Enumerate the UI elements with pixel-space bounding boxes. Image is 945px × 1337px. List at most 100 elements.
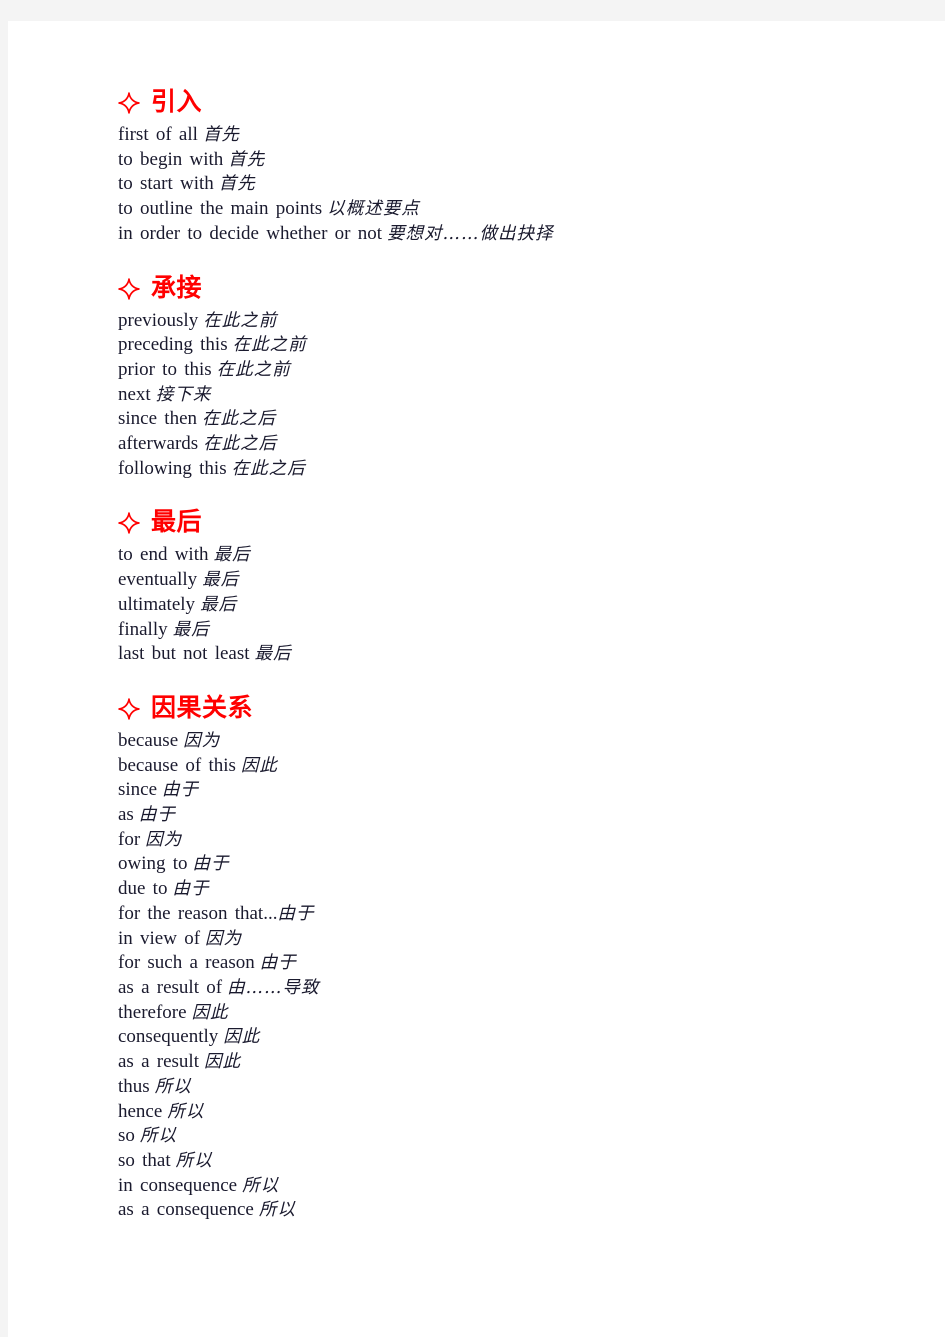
phrase-list: because 因为 because of this 因此 since 由于 as 由于 for… [118, 729, 838, 1223]
phrase-chinese: 在此之前 [203, 310, 278, 331]
phrase-chinese: 所以 [139, 1126, 177, 1147]
phrase-english: as a result [118, 1051, 199, 1073]
phrase-english: ultimately [118, 593, 196, 615]
phrase-entry: next 接下来 [118, 383, 838, 408]
section: 最后 to end with 最后 eventually 最后 ultimately 最后 f… [118, 507, 838, 667]
phrase-english: thus [118, 1075, 150, 1097]
phrase-english: since [118, 779, 158, 801]
phrase-chinese: 因为 [145, 829, 183, 850]
phrase-entry: afterwards 在此之后 [118, 432, 838, 457]
phrase-chinese: 因为 [183, 730, 221, 751]
phrase-entry: thus 所以 [118, 1075, 838, 1100]
phrase-english: owing to [118, 853, 188, 875]
phrase-chinese: 因此 [203, 1052, 241, 1073]
phrase-entry: due to 由于 [118, 877, 838, 902]
phrase-chinese: 以概述要点 [327, 199, 420, 220]
phrase-english: in consequence [118, 1174, 238, 1196]
four-pointed-star-icon [118, 698, 140, 720]
phrase-english: for [118, 828, 141, 850]
phrase-entry: in view of 因为 [118, 927, 838, 952]
phrase-chinese: 最后 [200, 594, 238, 615]
phrase-entry: for 因为 [118, 828, 838, 853]
phrase-entry: since 由于 [118, 778, 838, 803]
section: 承接 previously 在此之前 preceding this 在此之前 prior … [118, 273, 838, 482]
phrase-entry: so that 所以 [118, 1149, 838, 1174]
phrase-chinese: 在此之前 [216, 359, 291, 380]
phrase-chinese: 最后 [213, 545, 251, 566]
section-title: 引入 [151, 87, 203, 116]
phrase-english: following this [118, 457, 227, 479]
phrase-english: for the reason that... [118, 902, 278, 924]
section-heading: 最后 [118, 507, 838, 537]
phrase-english: since then [118, 408, 198, 430]
phrase-english: to end with [118, 544, 209, 566]
phrase-english: in order to decide whether or not [118, 222, 383, 244]
phrase-english: to start with [118, 173, 214, 195]
phrase-entry: owing to 由于 [118, 852, 838, 877]
phrase-chinese: 由……导致 [227, 977, 320, 998]
phrase-english: finally [118, 618, 168, 640]
phrase-chinese: 在此之前 [232, 335, 307, 356]
phrase-chinese: 因此 [240, 755, 278, 776]
phrase-entry: for such a reason 由于 [118, 951, 838, 976]
phrase-english: prior to this [118, 358, 212, 380]
phrase-entry: as 由于 [118, 803, 838, 828]
phrase-english: next [118, 383, 151, 405]
phrase-chinese: 因此 [191, 1002, 229, 1023]
section-title: 因果关系 [151, 692, 254, 722]
phrase-entry: previously 在此之前 [118, 309, 838, 334]
page-sheet: 引入 first of all 首先 to begin with 首先 to start … [8, 21, 945, 1337]
four-pointed-star-icon [118, 277, 140, 300]
phrase-english: hence [118, 1100, 163, 1122]
phrase-chinese: 最后 [172, 619, 210, 640]
phrase-english: because [118, 729, 179, 751]
phrase-english: due to [118, 878, 168, 900]
phrase-chinese: 最后 [254, 644, 292, 665]
phrase-english: last but not least [118, 643, 250, 665]
phrase-chinese: 由于 [259, 953, 297, 974]
phrase-entry: to end with 最后 [118, 543, 838, 568]
phrase-english: to outline the main points [118, 198, 323, 220]
phrase-chinese: 因此 [223, 1027, 261, 1048]
phrase-list: first of all 首先 to begin with 首先 to start wi… [118, 123, 838, 247]
phrase-entry: so 所以 [118, 1124, 838, 1149]
phrase-entry: because 因为 [118, 729, 838, 754]
phrase-entry: since then 在此之后 [118, 407, 838, 432]
phrase-english: for such a reason [118, 952, 255, 974]
phrase-chinese: 在此之后 [202, 409, 277, 430]
phrase-entry: to start with 首先 [118, 172, 838, 197]
section-title: 承接 [151, 272, 203, 302]
phrase-entry: hence 所以 [118, 1100, 838, 1125]
phrase-entry: finally 最后 [118, 618, 838, 643]
four-pointed-star-icon [118, 512, 140, 535]
section-heading: 引入 [118, 87, 838, 117]
phrase-english: previously [118, 309, 199, 331]
section-heading: 因果关系 [118, 693, 838, 723]
phrase-chinese: 在此之后 [203, 434, 278, 455]
phrase-chinese: 要想对……做出抉择 [387, 223, 554, 244]
phrase-chinese: 最后 [202, 570, 240, 591]
phrase-entry: preceding this 在此之前 [118, 333, 838, 358]
four-pointed-star-icon [118, 92, 140, 114]
phrase-chinese: 因为 [205, 928, 243, 949]
phrase-english: therefore [118, 1001, 187, 1023]
section: 因果关系 because 因为 because of this 因此 since 由于 as 由… [118, 693, 838, 1223]
phrase-entry: last but not least 最后 [118, 642, 838, 667]
phrase-chinese: 由于 [277, 903, 315, 924]
phrase-chinese: 由于 [192, 854, 230, 875]
phrase-english: so [118, 1125, 135, 1147]
phrase-english: eventually [118, 569, 198, 591]
phrase-entry: as a result 因此 [118, 1050, 838, 1075]
phrase-english: consequently [118, 1026, 219, 1048]
phrase-chinese: 由于 [138, 805, 176, 826]
phrase-english: to begin with [118, 148, 224, 170]
phrase-chinese: 首先 [202, 125, 240, 145]
phrase-entry: in consequence 所以 [118, 1174, 838, 1199]
phrase-entry: consequently 因此 [118, 1025, 838, 1050]
phrase-entry: to outline the main points 以概述要点 [118, 197, 838, 222]
phrase-chinese: 在此之后 [231, 458, 306, 479]
section-heading: 承接 [118, 273, 838, 303]
phrase-chinese: 首先 [228, 149, 266, 170]
phrase-chinese: 首先 [218, 174, 256, 195]
phrase-english: first of all [118, 124, 198, 145]
